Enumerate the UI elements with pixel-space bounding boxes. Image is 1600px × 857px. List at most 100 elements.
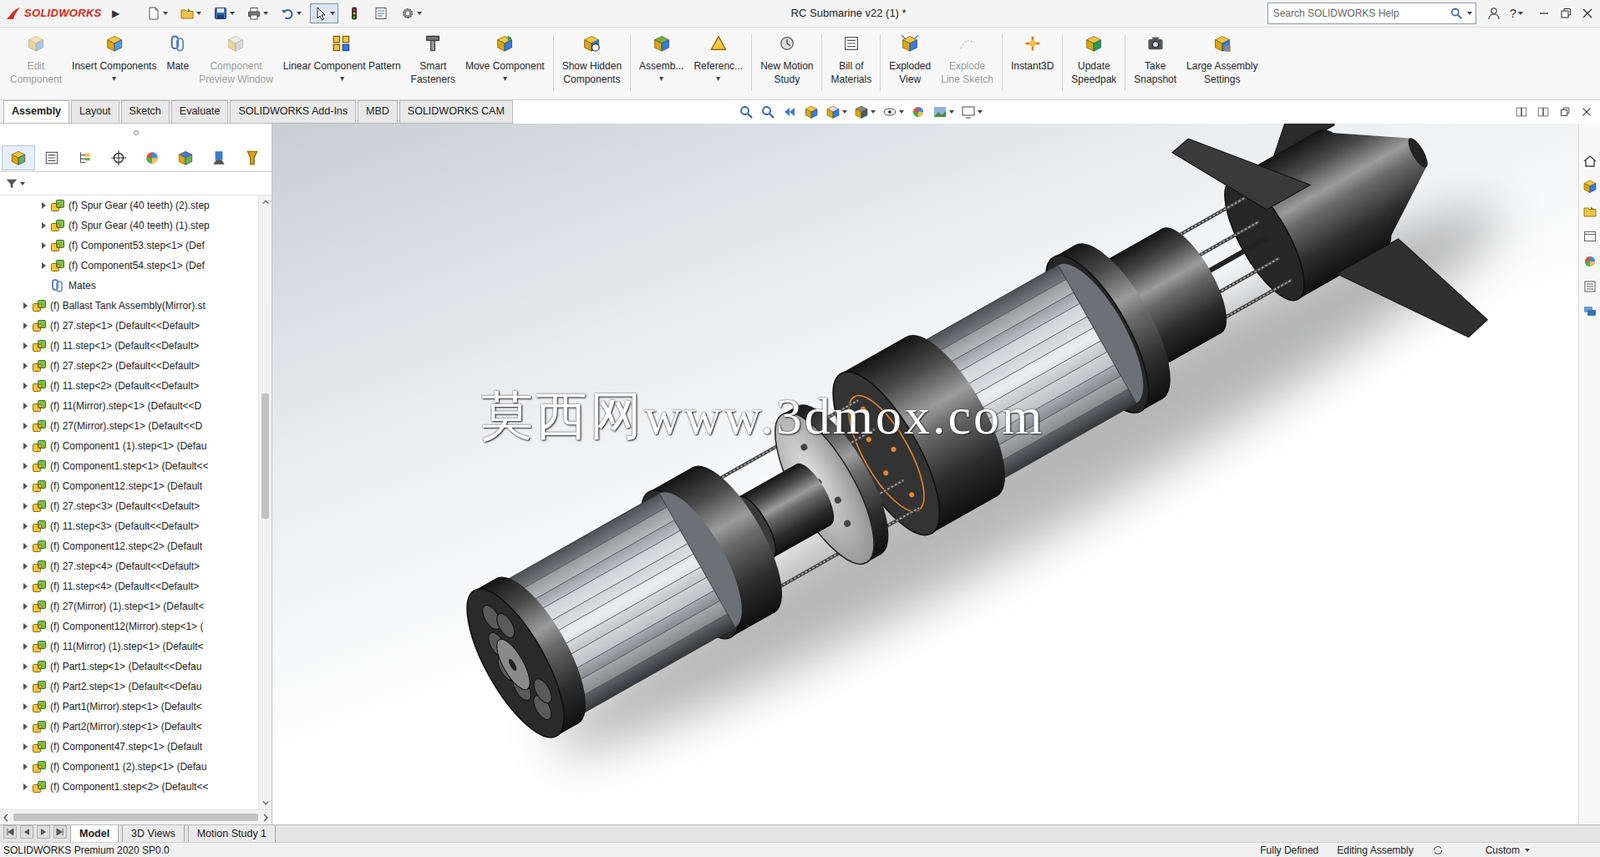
expand-toggle[interactable]	[18, 579, 32, 594]
ribbon-button[interactable]: New MotionStudy	[755, 34, 818, 87]
quick-access-button[interactable]	[142, 3, 172, 24]
expand-toggle[interactable]	[18, 479, 32, 493]
task-pane-tab[interactable]	[1579, 223, 1600, 249]
tree-item[interactable]: (f) Component1.step<1> (Default<<	[0, 456, 259, 477]
viewport-restore-icon[interactable]	[1558, 105, 1572, 119]
tree-item[interactable]: (f) Part2(Mirror).step<1> (Default<	[0, 716, 259, 737]
view-tool[interactable]	[760, 104, 776, 120]
tab-scroll-button[interactable]	[36, 825, 51, 839]
tree-item[interactable]: (f) 27.step<4> (Default<<Default>	[0, 556, 259, 577]
expand-toggle[interactable]	[36, 198, 51, 213]
chevron-right-icon[interactable]	[259, 812, 272, 823]
dropdown-caret-icon[interactable]	[949, 110, 955, 114]
dropdown-caret-icon[interactable]	[229, 11, 235, 16]
quick-access-button[interactable]	[309, 3, 339, 24]
expand-toggle[interactable]	[18, 780, 32, 794]
view-tool[interactable]	[738, 104, 754, 120]
expand-toggle[interactable]	[18, 399, 32, 413]
expand-toggle[interactable]	[18, 359, 32, 373]
tree-item[interactable]: (f) Ballast Tank Assembly(Mirror).st	[0, 295, 259, 316]
dropdown-caret-icon[interactable]	[899, 110, 905, 114]
expand-toggle[interactable]	[36, 218, 51, 233]
expand-toggle[interactable]	[18, 519, 32, 534]
expand-toggle[interactable]	[18, 459, 32, 473]
view-tool[interactable]	[932, 104, 955, 120]
tree-item[interactable]: (f) 11(Mirror) (1).step<1> (Default<	[0, 636, 259, 657]
ribbon-button[interactable]: ComponentPreview Window	[193, 34, 279, 87]
tree-item[interactable]: (f) Component12(Mirror).step<1> (	[0, 616, 259, 637]
task-pane-tab[interactable]	[1579, 299, 1600, 325]
ribbon-button[interactable]: Large AssemblySettings	[1181, 34, 1263, 87]
expand-toggle[interactable]	[18, 299, 32, 313]
dropdown-caret-icon[interactable]	[20, 182, 26, 186]
model-viewport[interactable]: 莫西网www.3dmox.com	[272, 123, 1579, 825]
tree-item[interactable]: (f) 11(Mirror).step<1> (Default<<D	[0, 396, 259, 417]
tree-item[interactable]: Mates	[0, 275, 259, 296]
dropdown-caret-icon[interactable]	[1524, 848, 1530, 853]
scroll-thumb[interactable]	[13, 813, 259, 822]
scroll-down[interactable]	[259, 796, 272, 810]
dropdown-caret-icon[interactable]	[1518, 11, 1524, 16]
tree-item[interactable]: (f) 27.step<2> (Default<<Default>	[0, 355, 259, 376]
tree-item[interactable]: (f) Spur Gear (40 teeth) (2).step	[0, 195, 259, 216]
submarine-model[interactable]	[272, 123, 1579, 825]
search-icon[interactable]	[1449, 6, 1463, 21]
help-button[interactable]: ?	[1509, 4, 1517, 24]
expand-toggle[interactable]	[18, 379, 32, 393]
expand-toggle[interactable]	[18, 660, 32, 674]
command-tab[interactable]: Sketch	[121, 100, 170, 123]
expand-toggle[interactable]	[18, 419, 32, 433]
minimize-icon[interactable]	[1536, 5, 1552, 21]
expand-toggle[interactable]	[18, 439, 32, 453]
restore-icon[interactable]	[1558, 5, 1574, 21]
command-tab[interactable]: SOLIDWORKS CAM	[399, 100, 514, 123]
expand-toggle[interactable]	[18, 319, 32, 333]
ribbon-button[interactable]: ExplodedView	[883, 34, 936, 87]
vertical-scrollbar[interactable]	[258, 195, 272, 810]
command-tab[interactable]: MBD	[357, 100, 398, 123]
quick-access-button[interactable]	[343, 3, 366, 24]
quick-access-button[interactable]	[396, 3, 426, 24]
ribbon-button[interactable]: SmartFasteners	[406, 34, 461, 87]
view-tool[interactable]	[825, 104, 848, 120]
ribbon-button[interactable]: Insert Components▾	[66, 34, 162, 85]
panel-tab[interactable]	[235, 145, 270, 171]
dropdown-caret-icon[interactable]	[842, 110, 848, 114]
tree-item[interactable]: (f) 27(Mirror) (1).step<1> (Default<	[0, 596, 259, 617]
view-tool[interactable]	[782, 104, 798, 120]
ribbon-button[interactable]: Show HiddenComponents	[557, 34, 627, 87]
dropdown-caret-icon[interactable]	[416, 11, 422, 16]
ribbon-button[interactable]: TakeSnapshot	[1128, 34, 1182, 87]
expand-toggle[interactable]	[18, 599, 32, 614]
command-tab[interactable]: SOLIDWORKS Add-Ins	[229, 100, 356, 123]
tree-item[interactable]: (f) 11.step<4> (Default<<Default>	[0, 576, 259, 597]
dropdown-caret-icon[interactable]	[296, 11, 302, 16]
ribbon-dropdown-arrow[interactable]: ▾	[716, 72, 721, 85]
tree-item[interactable]: (f) Component1.step<2> (Default<<	[0, 777, 259, 798]
dropdown-caret-icon[interactable]	[263, 11, 269, 16]
tree-item[interactable]: (f) Component1 (1).step<1> (Defau	[0, 436, 259, 457]
ribbon-button[interactable]: Bill ofMaterials	[825, 34, 877, 87]
expand-toggle[interactable]	[18, 539, 32, 554]
expand-toggle[interactable]	[18, 680, 32, 694]
expand-toggle[interactable]	[36, 238, 51, 253]
expand-toggle[interactable]	[18, 740, 32, 754]
ribbon-button[interactable]: Move Component▾	[460, 34, 550, 85]
panel-tab[interactable]	[101, 145, 136, 171]
ribbon-dropdown-arrow[interactable]: ▾	[659, 72, 664, 85]
tree-filter[interactable]	[0, 172, 272, 196]
expand-toggle[interactable]	[18, 640, 32, 654]
expand-toggle[interactable]	[18, 760, 32, 774]
user-icon[interactable]	[1486, 5, 1502, 21]
task-pane-tab[interactable]	[1579, 198, 1600, 224]
tab-scroll-button[interactable]	[53, 825, 67, 839]
close-icon[interactable]	[1579, 5, 1595, 21]
tree-item[interactable]: (f) Part1(Mirror).step<1> (Default<	[0, 696, 259, 717]
task-pane-tab[interactable]	[1579, 173, 1600, 199]
command-tab[interactable]: Evaluate	[171, 100, 229, 123]
panel-tab[interactable]	[1, 145, 36, 171]
dropdown-caret-icon[interactable]	[330, 11, 336, 16]
dropdown-caret-icon[interactable]	[870, 110, 876, 114]
command-tab[interactable]: Layout	[71, 100, 120, 123]
tree-item[interactable]: (f) 27(Mirror).step<1> (Default<<D	[0, 416, 259, 437]
